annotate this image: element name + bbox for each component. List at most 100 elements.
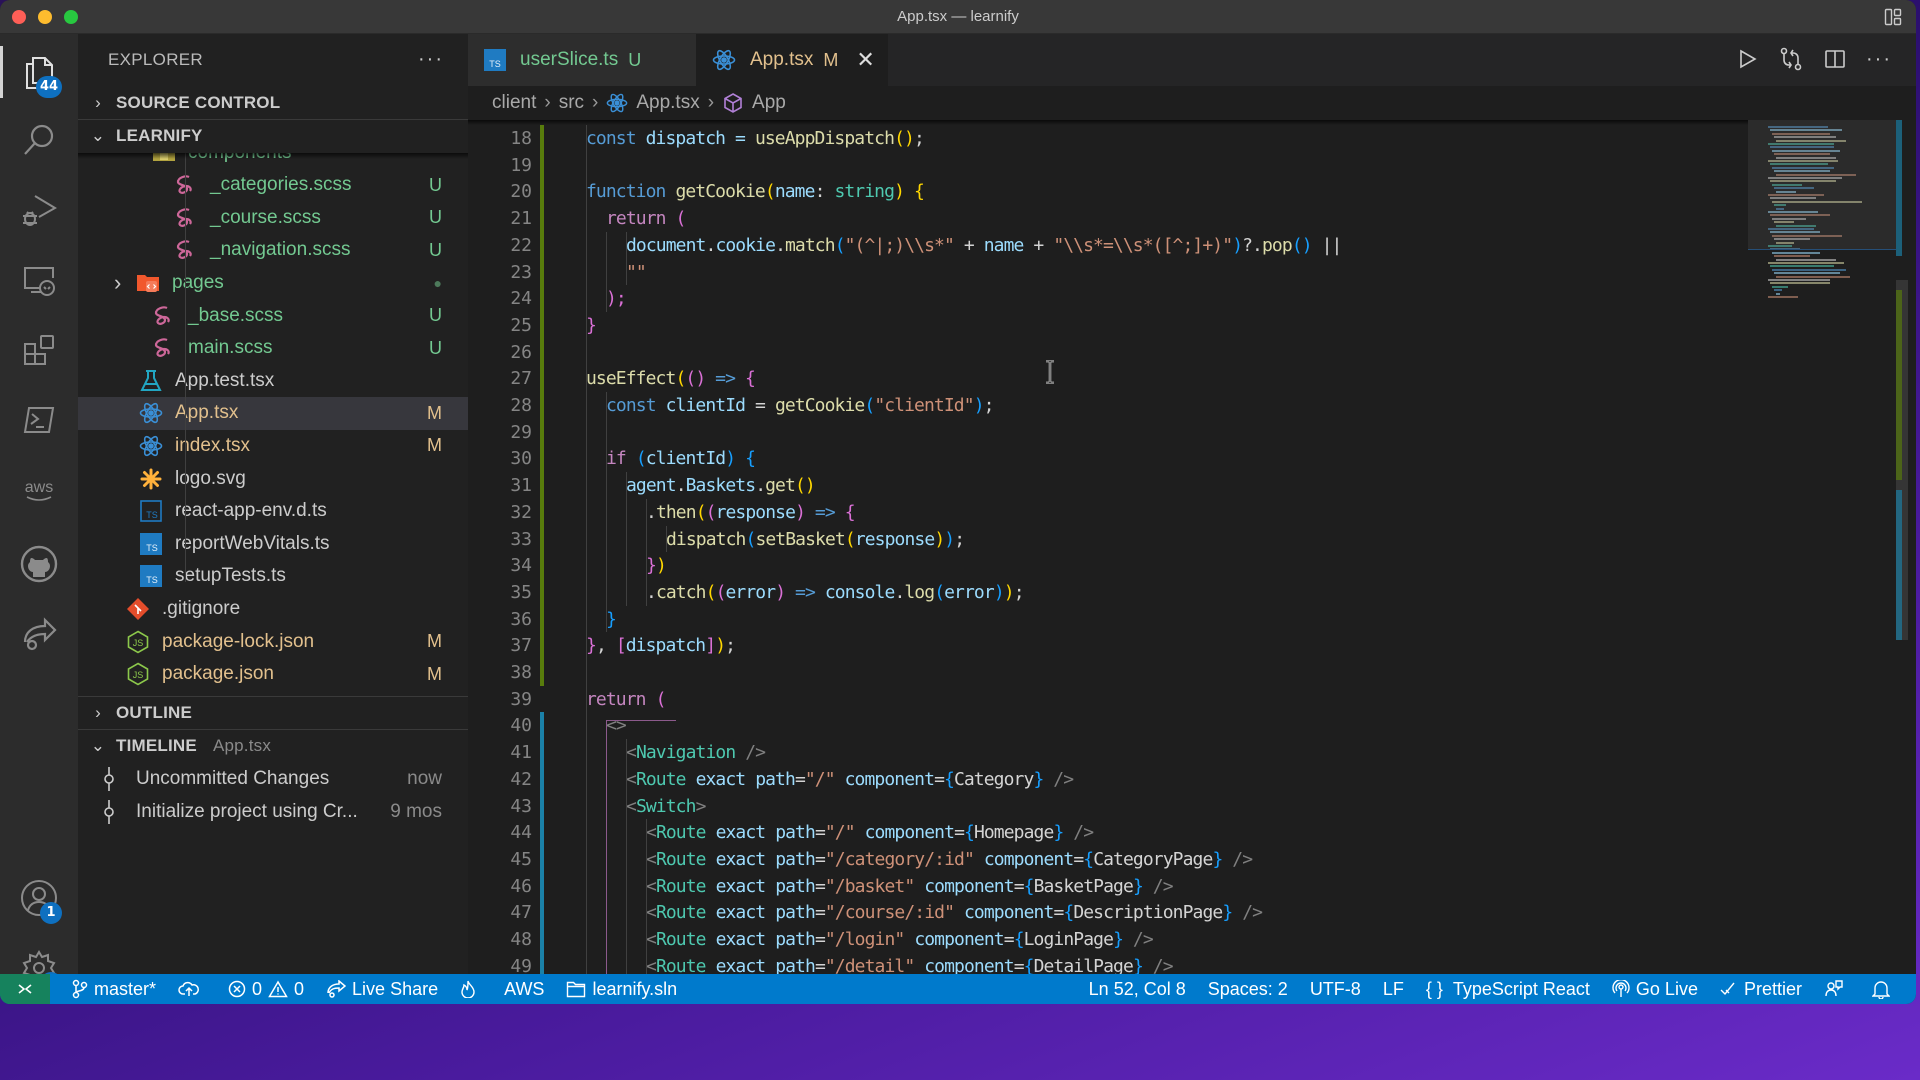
tree-item-app-test-tsx[interactable]: App.test.tsx — [78, 364, 468, 397]
minimap[interactable] — [1748, 120, 1900, 974]
gutter-modified-marker[interactable] — [540, 819, 544, 847]
tree-item-app-tsx[interactable]: App.tsx M — [78, 396, 468, 430]
branch-status[interactable]: master* — [72, 979, 156, 1000]
end-of-line[interactable]: LF — [1383, 979, 1404, 1000]
learnify-section[interactable]: ⌄ LEARNIFY — [78, 119, 468, 152]
breadcrumb-symbol[interactable]: App — [752, 92, 786, 114]
indentation[interactable]: Spaces: 2 — [1208, 979, 1288, 1000]
close-tab-icon[interactable]: ✕ — [856, 47, 874, 73]
gutter-added-marker[interactable] — [540, 525, 544, 553]
gutter-added-marker[interactable] — [540, 552, 544, 580]
tree-item-reportwebvitals-ts[interactable]: TS reportWebVitals.ts — [78, 527, 468, 560]
explorer-more-actions[interactable]: ··· — [418, 48, 444, 71]
tree-item-main-scss[interactable]: main.scss U — [78, 332, 468, 365]
gutter-added-marker[interactable] — [540, 151, 544, 179]
gutter-added-marker[interactable] — [540, 578, 544, 606]
code-line[interactable]: 32 .then((response) => { — [468, 498, 1748, 526]
tree-item-setuptests-ts[interactable]: TS setupTests.ts — [78, 560, 468, 593]
gutter-added-marker[interactable] — [540, 605, 544, 633]
gutter-modified-marker[interactable] — [540, 792, 544, 820]
accounts-activity[interactable]: 1 — [0, 868, 78, 928]
gutter-modified-marker[interactable] — [540, 765, 544, 793]
github-activity[interactable] — [0, 534, 78, 594]
open-changes-icon[interactable] — [1778, 46, 1804, 72]
tab-app-tsx[interactable]: App.tsx M ✕ — [696, 34, 888, 86]
gutter-added-marker[interactable] — [540, 445, 544, 473]
minimap-viewport-slider[interactable] — [1748, 120, 1900, 250]
code-line[interactable]: 33 dispatch(setBasket(response)); — [468, 525, 1748, 553]
gutter-added-marker[interactable] — [540, 498, 544, 526]
code-line[interactable]: 46 <Route exact path="/basket" component=… — [468, 872, 1748, 900]
gutter-modified-marker[interactable] — [540, 712, 544, 740]
gutter-modified-marker[interactable] — [540, 952, 544, 974]
gutter-modified-marker[interactable] — [540, 899, 544, 927]
tree-item-package-lock-json[interactable]: JS package-lock.json M — [78, 625, 468, 658]
problems-status[interactable]: 0 0 — [228, 979, 304, 1000]
solution-status[interactable]: learnify.sln — [566, 979, 677, 1000]
notifications-status[interactable] — [1872, 979, 1896, 999]
feedback-status[interactable] — [1824, 979, 1850, 999]
tree-item-package-json[interactable]: JS package.json M — [78, 658, 468, 691]
gutter-added-marker[interactable] — [540, 285, 544, 313]
language-mode[interactable]: { } TypeScript React — [1426, 979, 1590, 1000]
code-line[interactable]: 48 <Route exact path="/login" component={… — [468, 926, 1748, 953]
code-line[interactable]: 29 — [468, 418, 1748, 446]
tree-item-react-app-env-d-ts[interactable]: TS react-app-env.d.ts — [78, 495, 468, 528]
code-line[interactable]: 27 useEffect(() => { — [468, 365, 1748, 393]
code-line[interactable]: 34}) — [468, 552, 1748, 580]
more-actions-icon[interactable]: ··· — [1866, 46, 1892, 72]
code-line[interactable]: 22 document.cookie.match("(^|;)\\s*" + na… — [468, 231, 1748, 259]
gutter-added-marker[interactable] — [540, 392, 544, 419]
prettier-status[interactable]: Prettier — [1720, 979, 1802, 1000]
gutter-added-marker[interactable] — [540, 311, 544, 339]
tree-item-categories-scss[interactable]: _categories.scss U — [78, 169, 468, 202]
gutter-added-marker[interactable] — [540, 659, 544, 686]
chevron-right-icon[interactable]: › — [114, 270, 132, 296]
gutter-added-marker[interactable] — [540, 178, 544, 206]
tab-userslice[interactable]: TS userSlice.ts U — [468, 34, 696, 86]
tree-item-pages[interactable]: › pages ● — [78, 266, 468, 299]
code-line[interactable]: 18 const dispatch = useAppDispatch(); — [468, 125, 1748, 152]
code-line[interactable]: 24); — [468, 285, 1748, 313]
code-line[interactable]: 31 agent.Baskets.get() — [468, 472, 1748, 500]
gutter-added-marker[interactable] — [540, 125, 544, 152]
extensions-activity[interactable] — [0, 320, 78, 380]
remote-indicator[interactable] — [0, 974, 50, 1004]
gutter-modified-marker[interactable] — [540, 845, 544, 873]
gutter-added-marker[interactable] — [540, 418, 544, 446]
code-line[interactable]: 47 <Route exact path="/course/:id" compon… — [468, 899, 1748, 927]
source-control-section[interactable]: › SOURCE CONTROL — [78, 86, 468, 119]
gutter-added-marker[interactable] — [540, 365, 544, 393]
live-share-status[interactable]: Live Share — [326, 979, 438, 1000]
timeline-section[interactable]: ⌄ TIMELINE App.tsx — [78, 729, 468, 762]
code-editor[interactable]: 18 const dispatch = useAppDispatch(); 19 20… — [468, 120, 1748, 974]
customize-layout-icon[interactable] — [1884, 8, 1902, 26]
gutter-added-marker[interactable] — [540, 338, 544, 366]
code-line[interactable]: 41 <Navigation /> — [468, 739, 1748, 767]
run-icon[interactable] — [1734, 46, 1760, 72]
timeline-item[interactable]: Uncommitted Changes now — [78, 762, 468, 795]
code-line[interactable]: 45 <Route exact path="/category/:id" comp… — [468, 845, 1748, 873]
tree-item-navigation-scss[interactable]: _navigation.scss U — [78, 234, 468, 267]
remote-explorer-activity[interactable] — [0, 250, 78, 310]
outline-section[interactable]: › OUTLINE — [78, 696, 468, 729]
go-live-status[interactable]: Go Live — [1612, 979, 1698, 1000]
tree-item-logo-svg[interactable]: logo.svg — [78, 462, 468, 495]
gutter-added-marker[interactable] — [540, 632, 544, 660]
gutter-added-marker[interactable] — [540, 472, 544, 500]
code-line[interactable]: 49 <Route exact path="/detail" component=… — [468, 952, 1748, 974]
breadcrumb-src[interactable]: src — [559, 92, 584, 114]
code-line[interactable]: 38 — [468, 659, 1748, 686]
breadcrumb-file[interactable]: App.tsx — [636, 92, 699, 114]
gutter-modified-marker[interactable] — [540, 872, 544, 900]
sync-status[interactable] — [178, 980, 206, 998]
gutter-added-marker[interactable] — [540, 231, 544, 259]
aws-status[interactable]: AWS — [504, 979, 544, 1000]
tree-item-course-scss[interactable]: _course.scss U — [78, 201, 468, 234]
code-line[interactable]: 23 "" — [468, 258, 1748, 286]
code-line[interactable]: 42 <Route exact path="/" component={Categ… — [468, 765, 1748, 793]
code-line[interactable]: 20 function getCookie(name: string) { — [468, 178, 1748, 206]
aws-activity[interactable]: aws — [0, 460, 78, 520]
code-line[interactable]: 21 return ( — [468, 205, 1748, 233]
run-debug-activity[interactable] — [0, 180, 78, 240]
